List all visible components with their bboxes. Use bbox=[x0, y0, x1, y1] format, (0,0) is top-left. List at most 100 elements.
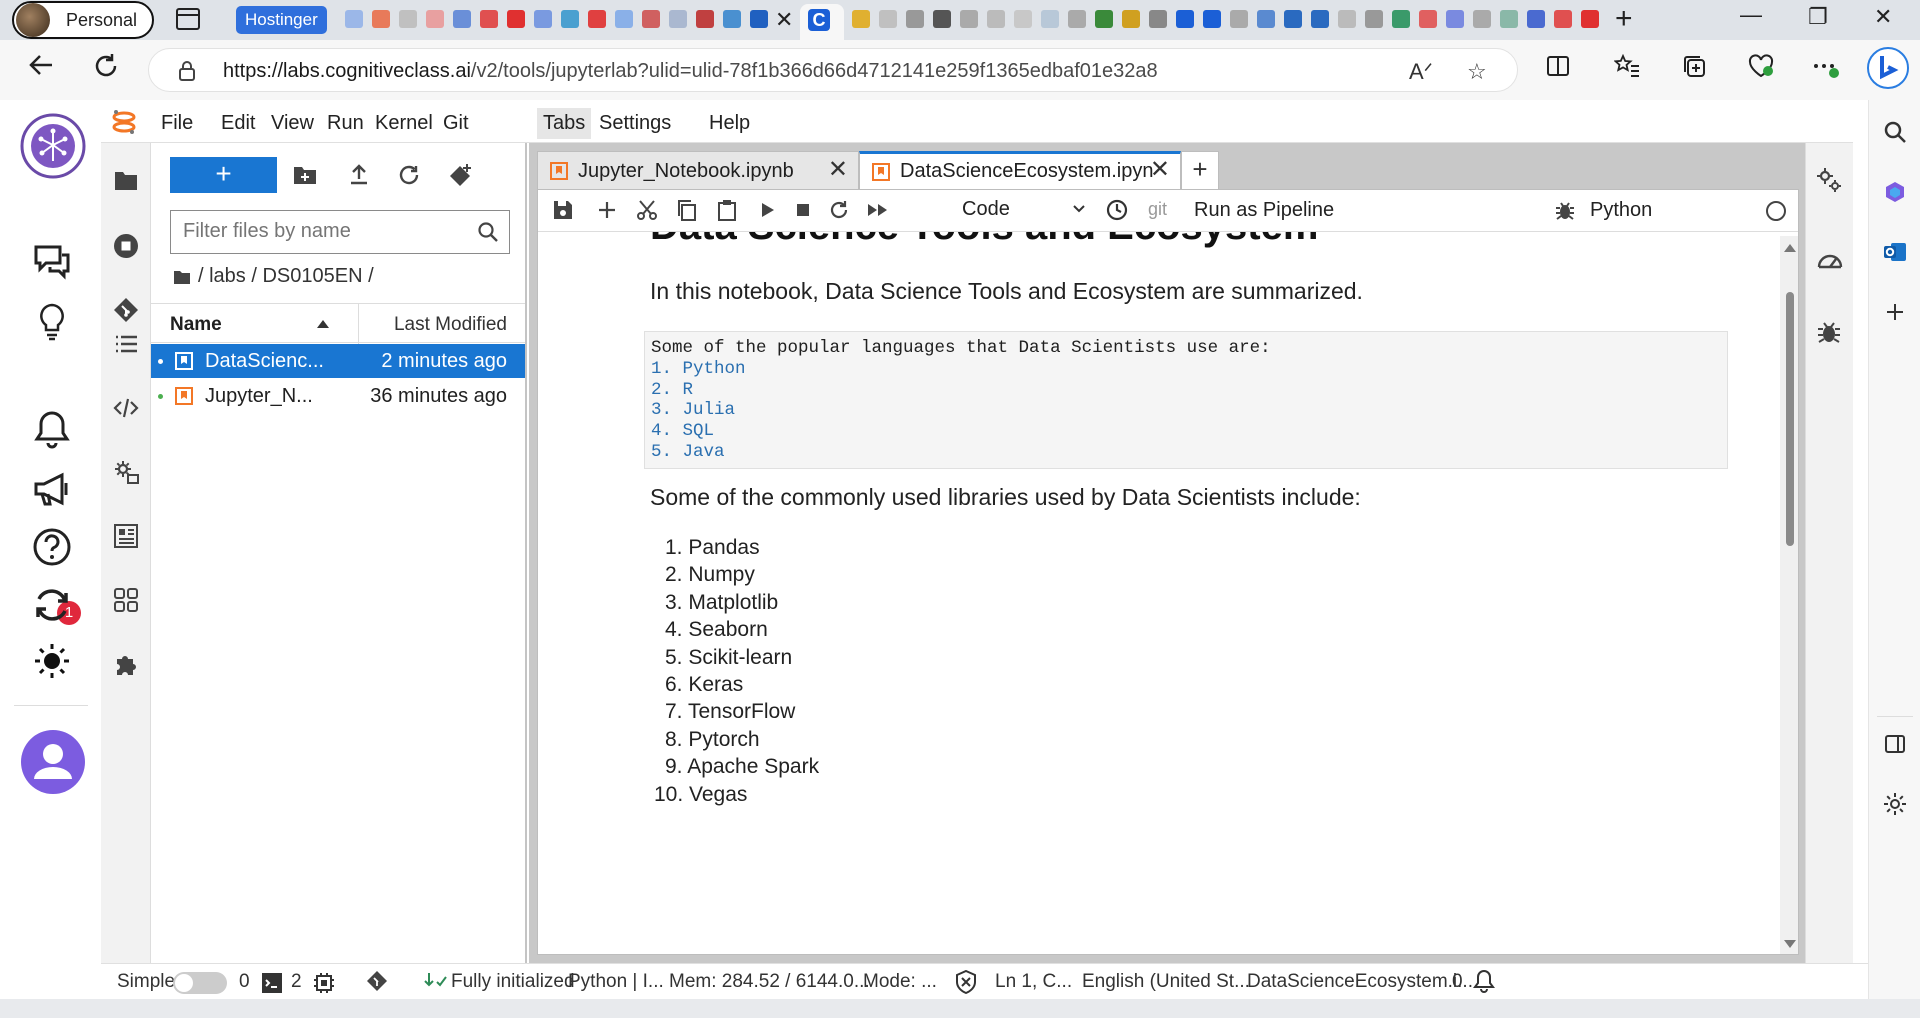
tab-favicon[interactable] bbox=[852, 10, 870, 28]
tab-group-chip[interactable]: Hostinger bbox=[236, 6, 327, 34]
tab-favicon[interactable] bbox=[1041, 10, 1059, 28]
outlook-icon[interactable] bbox=[1883, 240, 1907, 264]
favorites-icon[interactable] bbox=[1614, 54, 1640, 78]
copilot-sidebar-icon[interactable] bbox=[1883, 180, 1907, 204]
column-name-header[interactable]: Name bbox=[170, 314, 222, 336]
url-text[interactable]: https://labs.cognitiveclass.ai/v2/tools/… bbox=[223, 60, 1158, 83]
git-panel-icon[interactable] bbox=[113, 297, 139, 323]
component-catalog-icon[interactable] bbox=[113, 523, 139, 549]
menu-tabs[interactable]: Tabs bbox=[537, 108, 592, 139]
code-snippets-icon[interactable] bbox=[113, 395, 139, 421]
menu-kernel[interactable]: Kernel bbox=[369, 110, 439, 137]
cut-icon[interactable] bbox=[636, 199, 660, 223]
tab-favicon[interactable] bbox=[696, 10, 714, 28]
copilot-icon[interactable] bbox=[1866, 46, 1910, 90]
kernel-name[interactable]: Python bbox=[1590, 199, 1652, 222]
tab-favicon[interactable] bbox=[879, 10, 897, 28]
search-icon[interactable] bbox=[1883, 120, 1907, 144]
tab-favicon[interactable] bbox=[1473, 10, 1491, 28]
column-modified-header[interactable]: Last Modified bbox=[394, 314, 507, 336]
run-cell-icon[interactable] bbox=[756, 199, 780, 223]
sort-ascending-icon[interactable] bbox=[317, 320, 329, 328]
user-avatar[interactable] bbox=[20, 729, 86, 795]
file-row-datascienceecosystem[interactable]: DataScienc... 2 minutes ago bbox=[151, 344, 525, 378]
tab-favicon[interactable] bbox=[669, 10, 687, 28]
property-inspector-gears-icon[interactable] bbox=[1816, 167, 1842, 193]
tab-favicon[interactable] bbox=[561, 10, 579, 28]
tab-favicon[interactable] bbox=[345, 10, 363, 28]
tab-jupyter-notebook[interactable]: Jupyter_Notebook.ipynb ✕ bbox=[537, 151, 859, 189]
tab-favicon[interactable] bbox=[1230, 10, 1248, 28]
terminals-count[interactable]: 0 bbox=[239, 971, 250, 993]
tab-favicon[interactable] bbox=[960, 10, 978, 28]
code-cell[interactable]: Some of the popular languages that Data … bbox=[644, 331, 1728, 469]
kernel-status-text[interactable]: Python | I... bbox=[568, 971, 664, 993]
collections-icon[interactable] bbox=[1682, 54, 1706, 78]
spellcheck-language[interactable]: English (United St... bbox=[1082, 971, 1250, 993]
tab-favicon[interactable] bbox=[723, 10, 741, 28]
insert-cell-icon[interactable] bbox=[596, 199, 620, 223]
scrollbar-thumb[interactable] bbox=[1786, 292, 1794, 546]
notification-bell-icon[interactable] bbox=[1473, 969, 1495, 993]
menu-edit[interactable]: Edit bbox=[215, 110, 261, 137]
tab-favicon[interactable] bbox=[1014, 10, 1032, 28]
kernels-count[interactable]: 2 bbox=[291, 971, 302, 993]
minimize-button[interactable]: — bbox=[1740, 2, 1762, 28]
menu-run[interactable]: Run bbox=[321, 110, 370, 137]
file-browser-folder-icon[interactable] bbox=[113, 167, 139, 193]
add-sidebar-app-icon[interactable] bbox=[1883, 300, 1907, 324]
address-bar[interactable]: https://labs.cognitiveclass.ai/v2/tools/… bbox=[148, 48, 1518, 92]
chat-icon[interactable] bbox=[32, 241, 72, 281]
tab-favicon[interactable] bbox=[1392, 10, 1410, 28]
tab-favicon[interactable] bbox=[372, 10, 390, 28]
git-status-icon[interactable] bbox=[366, 970, 388, 992]
menu-file[interactable]: File bbox=[155, 110, 199, 137]
help-icon[interactable] bbox=[32, 527, 72, 567]
filter-files-field[interactable] bbox=[171, 211, 451, 251]
tab-favicon[interactable] bbox=[750, 10, 768, 28]
tab-favicon[interactable] bbox=[507, 10, 525, 28]
favorite-star-icon[interactable]: ☆ bbox=[1467, 59, 1487, 85]
tab-favicon[interactable] bbox=[1338, 10, 1356, 28]
tab-favicon[interactable] bbox=[1500, 10, 1518, 28]
tab-favicon[interactable] bbox=[399, 10, 417, 28]
hide-sidebar-icon[interactable] bbox=[1883, 732, 1907, 756]
notebook-scrollbar[interactable] bbox=[1780, 236, 1798, 954]
theme-sun-icon[interactable] bbox=[32, 641, 72, 681]
back-button[interactable] bbox=[26, 50, 56, 80]
refresh-files-icon[interactable] bbox=[397, 163, 421, 187]
resource-usage-gauge-icon[interactable] bbox=[1816, 247, 1843, 273]
table-of-contents-icon[interactable] bbox=[113, 331, 139, 357]
tab-favicon[interactable] bbox=[1122, 10, 1140, 28]
notebook-mode[interactable]: Mode: ... bbox=[863, 971, 937, 993]
tab-favicon[interactable] bbox=[1284, 10, 1302, 28]
menu-settings[interactable]: Settings bbox=[593, 110, 677, 137]
tab-favicon[interactable] bbox=[426, 10, 444, 28]
menu-view[interactable]: View bbox=[265, 110, 320, 137]
sync-icon[interactable] bbox=[32, 585, 72, 625]
profile-button[interactable]: Personal bbox=[12, 1, 154, 39]
git-clone-icon[interactable] bbox=[449, 163, 473, 187]
tab-favicon[interactable] bbox=[1554, 10, 1572, 28]
sidebar-settings-icon[interactable] bbox=[1883, 792, 1907, 816]
restore-button[interactable]: ❐ bbox=[1808, 4, 1828, 30]
tab-datascienceecosystem[interactable]: DataScienceEcosystem.ipyn ✕ bbox=[859, 151, 1181, 189]
restart-kernel-icon[interactable] bbox=[828, 199, 852, 223]
new-folder-icon[interactable] bbox=[293, 163, 317, 187]
browser-essentials-icon[interactable] bbox=[1748, 54, 1774, 78]
save-icon[interactable] bbox=[552, 199, 576, 223]
skills-network-logo[interactable] bbox=[20, 113, 86, 179]
refresh-button[interactable] bbox=[92, 52, 120, 80]
announcements-megaphone-icon[interactable] bbox=[32, 469, 72, 509]
tab-favicon[interactable] bbox=[480, 10, 498, 28]
menu-help[interactable]: Help bbox=[703, 110, 756, 137]
split-screen-icon[interactable] bbox=[1546, 54, 1570, 78]
settings-and-more-icon[interactable] bbox=[1812, 54, 1840, 78]
tab-favicon[interactable] bbox=[615, 10, 633, 28]
interrupt-kernel-icon[interactable] bbox=[792, 199, 816, 223]
close-window-button[interactable]: ✕ bbox=[1874, 4, 1892, 30]
cursor-position[interactable]: Ln 1, C... bbox=[995, 971, 1072, 993]
tab-favicon[interactable] bbox=[1365, 10, 1383, 28]
tab-favicon[interactable] bbox=[588, 10, 606, 28]
restart-run-all-icon[interactable] bbox=[866, 199, 890, 223]
